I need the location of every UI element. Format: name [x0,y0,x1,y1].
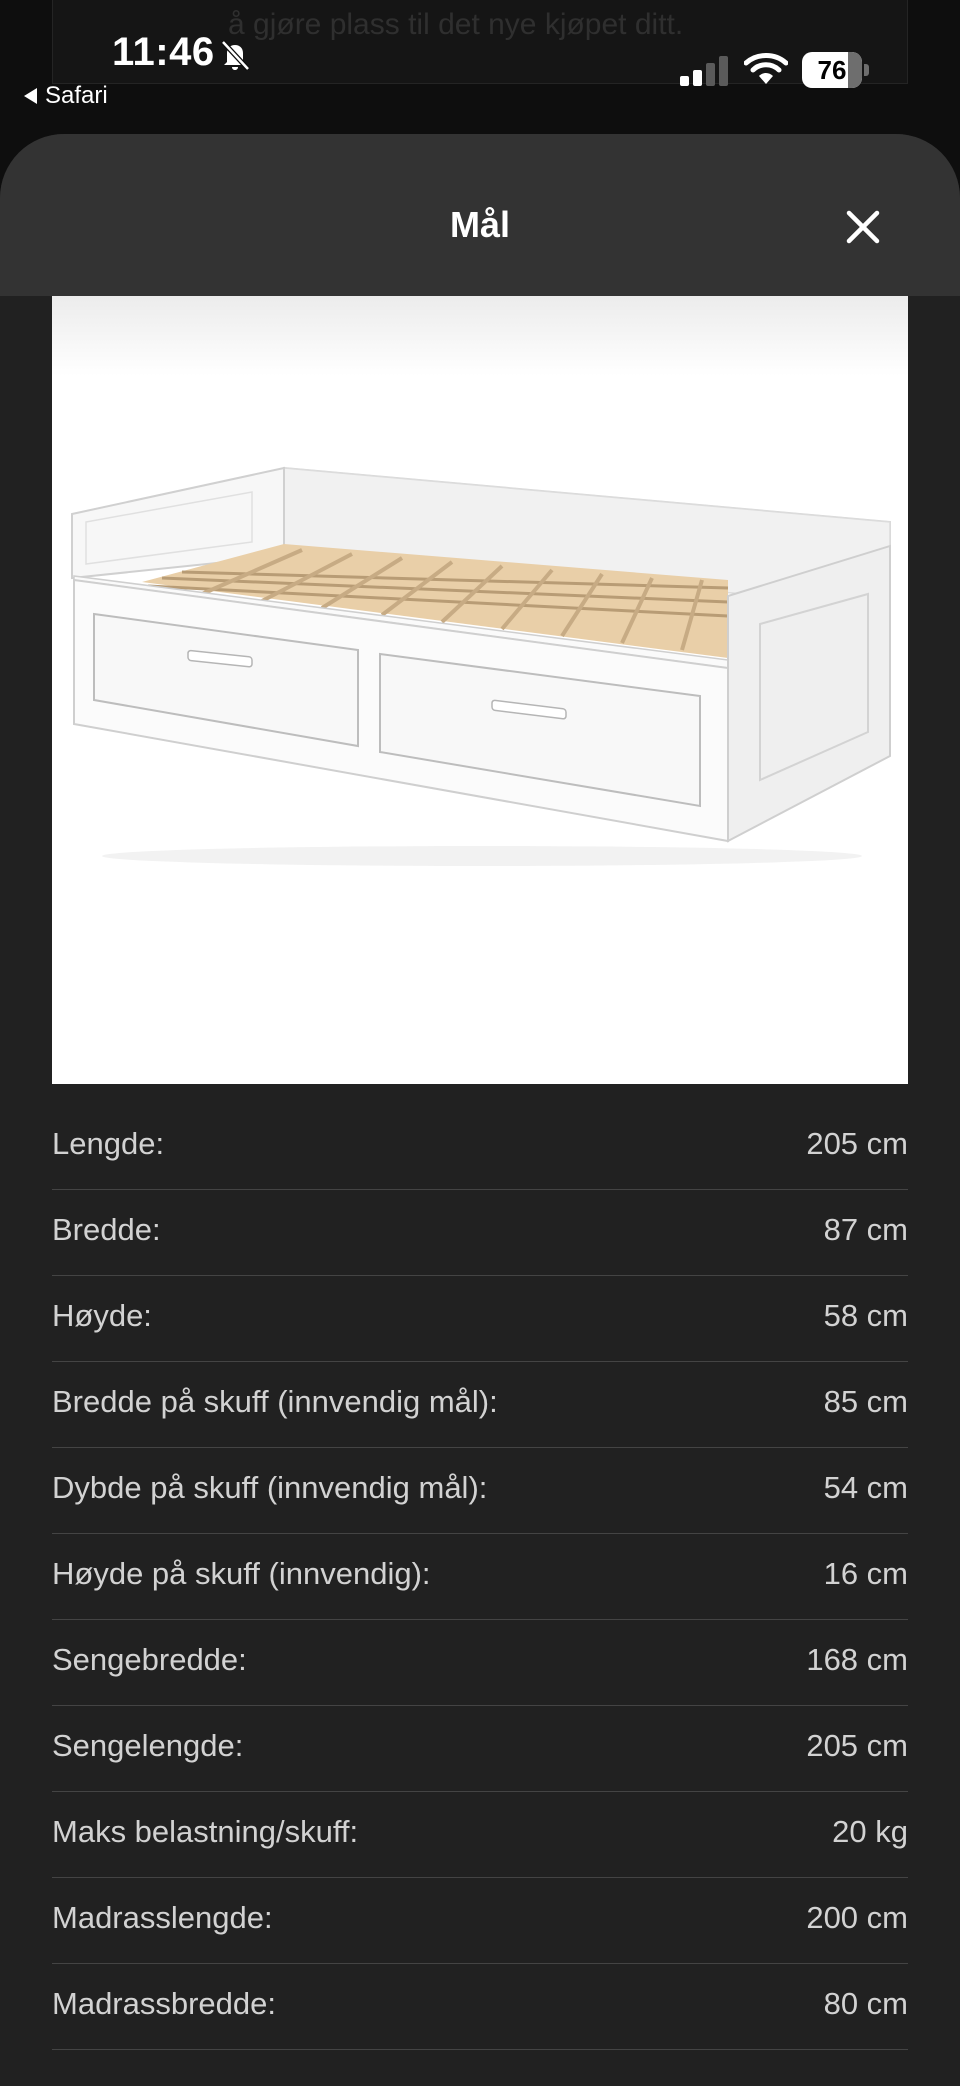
spec-value: 87 cm [823,1212,908,1247]
dimensions-sheet: Mål Lengde: 205 cm Bredde: 87 cm Høyde: … [0,134,960,2086]
spec-value: 205 cm [806,1126,908,1161]
spec-value: 200 cm [806,1900,908,1935]
spec-label: Sengelengde: [52,1728,244,1763]
battery-level: 76 [817,55,847,85]
cellular-signal-icon [680,56,728,86]
spec-label: Dybde på skuff (innvendig mål): [52,1470,488,1505]
spec-value: 80 cm [823,1986,908,2021]
spec-value: 16 cm [823,1556,908,1591]
daybed-image [52,296,908,866]
spec-value: 85 cm [823,1384,908,1419]
spec-label: Maks belastning/skuff: [52,1814,359,1849]
spec-label: Sengebredde: [52,1642,247,1677]
background-page-text: å gjøre plass til det nye kjøpet ditt. [228,8,684,41]
spec-row: Madrassbredde: 80 cm [52,1964,908,2050]
spec-label: Madrasslengde: [52,1900,273,1935]
spec-label: Høyde: [52,1298,152,1333]
spec-value: 205 cm [806,1728,908,1763]
sheet-title: Mål [449,204,510,245]
spec-label: Bredde: [52,1212,161,1247]
screen: å gjøre plass til det nye kjøpet ditt. 1… [0,0,960,2086]
spec-label: Bredde på skuff (innvendig mål): [52,1384,498,1419]
spec-label: Madrassbredde: [52,1986,277,2021]
spec-row: Høyde: 58 cm [52,1276,908,1362]
spec-row: Maks belastning/skuff: 20 kg [52,1792,908,1878]
spec-value: 168 cm [806,1642,908,1677]
back-app-label: Safari [45,82,108,109]
spec-row: Bredde på skuff (innvendig mål): 85 cm [52,1362,908,1448]
spec-row: Lengde: 205 cm [52,1104,908,1190]
status-time: 11:46 [112,30,215,74]
spec-row: Dybde på skuff (innvendig mål): 54 cm [52,1448,908,1534]
wifi-icon [744,53,788,84]
close-icon[interactable] [840,204,886,250]
back-arrow-icon [24,88,37,104]
spec-row: Høyde på skuff (innvendig): 16 cm [52,1534,908,1620]
battery-indicator: 76 [802,52,869,88]
spec-label: Høyde på skuff (innvendig): [52,1556,431,1591]
spec-value: 54 cm [823,1470,908,1505]
spec-value: 58 cm [823,1298,908,1333]
spec-row: Madrasslengde: 200 cm [52,1878,908,1964]
specs-list: Lengde: 205 cm Bredde: 87 cm Høyde: 58 c… [52,1104,908,2050]
spec-label: Lengde: [52,1126,165,1161]
bell-off-icon [221,40,250,71]
spec-value: 20 kg [832,1814,908,1849]
sheet-header: Mål [0,134,960,296]
back-to-safari[interactable]: Safari [24,82,108,110]
spec-row: Bredde: 87 cm [52,1190,908,1276]
product-image [52,296,908,1084]
spec-row: Sengebredde: 168 cm [52,1620,908,1706]
spec-row: Sengelengde: 205 cm [52,1706,908,1792]
